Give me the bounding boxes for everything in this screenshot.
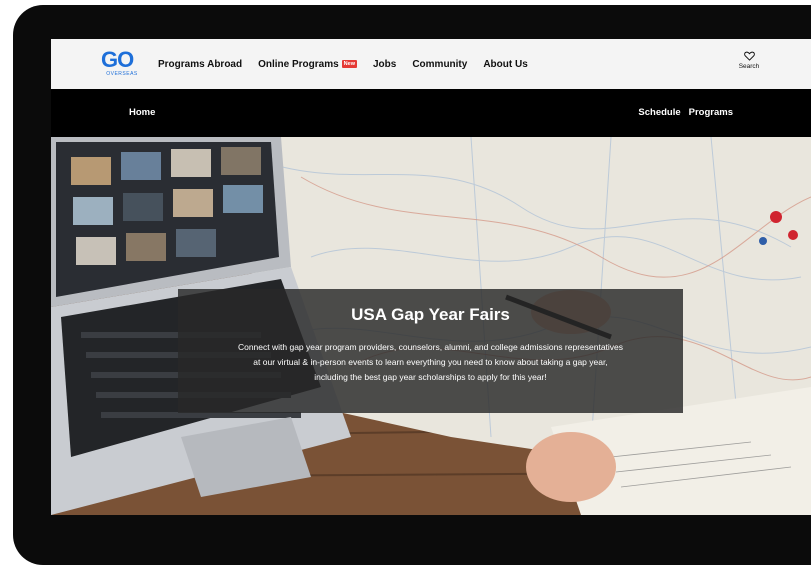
hero-description: Connect with gap year program providers,… (198, 340, 663, 385)
main-menu: Programs Abroad Online Programs New Jobs … (158, 39, 528, 89)
nav-label: Programs Abroad (158, 58, 243, 70)
logo-subtext: OVERSEAS (106, 71, 138, 77)
subnav-right-links: Schedule Programs (638, 107, 733, 118)
hero-title: USA Gap Year Fairs (351, 305, 510, 324)
nav-programs-abroad[interactable]: Programs Abroad (158, 59, 242, 70)
hero-description-line: Connect with gap year program providers,… (237, 342, 624, 352)
top-navigation: GO OVERSEAS Programs Abroad Online Progr… (51, 39, 811, 89)
nav-about-us[interactable]: About Us (483, 59, 527, 70)
hero-description-line: at our virtual & in-person events to lea… (253, 357, 608, 367)
nav-online-programs[interactable]: Online Programs New (258, 59, 357, 70)
favorites-label: Search (738, 63, 760, 70)
subnav-home[interactable]: Home (129, 107, 155, 118)
hero-overlay: USA Gap Year Fairs Connect with gap year… (178, 289, 683, 413)
subnav-programs[interactable]: Programs (689, 107, 733, 118)
hero-description-line: including the best gap year scholarships… (314, 372, 547, 382)
go-overseas-logo[interactable]: GO OVERSEAS (101, 49, 143, 79)
heart-icon (743, 51, 755, 61)
nav-label: Jobs (372, 58, 397, 70)
nav-jobs[interactable]: Jobs (373, 59, 396, 70)
laptop-frame: GO OVERSEAS Programs Abroad Online Progr… (13, 5, 811, 565)
new-badge: New (341, 60, 357, 68)
nav-community[interactable]: Community (412, 59, 467, 70)
screen: GO OVERSEAS Programs Abroad Online Progr… (51, 39, 811, 515)
nav-label: Community (412, 58, 468, 70)
subnav-schedule[interactable]: Schedule (638, 107, 680, 118)
sub-navigation: Home Schedule Programs (51, 89, 811, 137)
nav-label: About Us (483, 58, 528, 70)
favorites-button[interactable]: Search (737, 51, 761, 70)
hero-banner: USA Gap Year Fairs Connect with gap year… (51, 137, 811, 515)
nav-label: Online Programs (258, 58, 339, 70)
logo-text: GO (101, 47, 134, 72)
